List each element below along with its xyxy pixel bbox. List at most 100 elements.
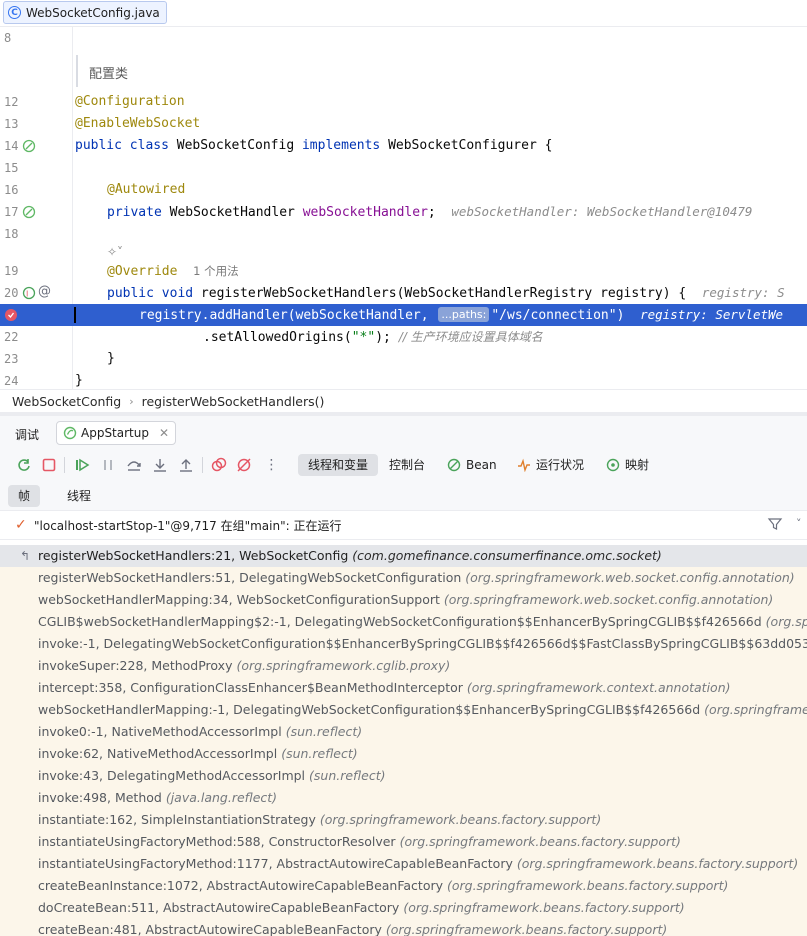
stack-frame[interactable]: webSocketHandlerMapping:-1, DelegatingWe…	[0, 699, 807, 721]
view-breakpoints-icon[interactable]	[210, 456, 228, 474]
debug-session-tab[interactable]: AppStartup ✕	[56, 421, 177, 445]
step-out-icon[interactable]	[177, 456, 195, 474]
stack-frame[interactable]: invoke:43, DelegatingMethodAccessorImpl …	[0, 765, 807, 787]
tab-console-label: 控制台	[389, 458, 426, 472]
debug-toolbar: ⋮ 线程和变量 控制台 Bean 运行状况 映射	[0, 448, 807, 482]
tab-threads-variables[interactable]: 线程和变量	[298, 454, 379, 476]
bean-config-gutter-icon[interactable]	[22, 139, 36, 153]
line-number: 17	[4, 205, 19, 219]
doc-comment-text: 配置类	[89, 67, 129, 82]
code-token: WebSocketHandler	[169, 205, 303, 220]
frame-text: invoke:43, DelegatingMethodAccessorImpl …	[38, 765, 385, 787]
breadcrumb: WebSocketConfig › registerWebSocketHandl…	[0, 389, 807, 412]
frame-text: invoke:62, NativeMethodAccessorImpl (sun…	[38, 743, 358, 765]
toolbar-divider	[64, 457, 65, 473]
stack-frame[interactable]: doCreateBean:511, AbstractAutowireCapabl…	[0, 897, 807, 919]
line-number: 18	[4, 227, 19, 241]
mute-breakpoints-icon[interactable]	[235, 456, 253, 474]
stack-frame[interactable]: CGLIB$webSocketHandlerMapping$2:-1, Dele…	[0, 611, 807, 633]
code-line: 8	[0, 27, 807, 49]
more-options-icon[interactable]: ⋮	[262, 456, 280, 474]
breadcrumb-item-class[interactable]: WebSocketConfig	[12, 394, 121, 409]
frame-package: (org.springframework.web.socket.config.a…	[465, 570, 795, 585]
line-number: 13	[4, 117, 19, 131]
thread-status-text: "localhost-startStop-1"@9,717 在组"main": …	[34, 519, 342, 533]
text-caret	[74, 307, 76, 323]
health-icon	[518, 458, 530, 472]
keyword-token: implements	[301, 138, 389, 153]
tab-threads-variables-label: 线程和变量	[308, 458, 369, 472]
debug-tool-window-header: 调试 AppStartup ✕	[0, 416, 807, 448]
code-line: 13 @EnableWebSocket	[0, 113, 807, 135]
breakpoint-icon[interactable]	[4, 308, 18, 322]
debug-title: 调试	[15, 428, 40, 442]
current-execution-line: registry.addHandler(webSocketHandler, ..…	[0, 304, 807, 326]
string-token: "*"	[351, 330, 376, 345]
frame-text: createBeanInstance:1072, AbstractAutowir…	[38, 875, 728, 897]
line-number: 16	[4, 183, 19, 197]
tab-mapping[interactable]: 映射	[596, 454, 659, 476]
code-line: 24 }	[0, 370, 807, 389]
resume-icon[interactable]	[73, 456, 91, 474]
tab-threads[interactable]: 线程	[57, 485, 101, 507]
code-editor[interactable]: 8 配置类 12 @Configuration 13 @EnableWebSoc…	[0, 27, 807, 389]
stack-frame[interactable]: instantiateUsingFactoryMethod:588, Const…	[0, 831, 807, 853]
stop-icon[interactable]	[40, 456, 58, 474]
annotation-token: @Override	[107, 264, 178, 279]
tab-console[interactable]: 控制台	[379, 454, 435, 476]
stack-frame[interactable]: invokeSuper:228, MethodProxy (org.spring…	[0, 655, 807, 677]
current-frame-icon: ↰	[20, 549, 31, 563]
stack-frame[interactable]: createBeanInstance:1072, AbstractAutowir…	[0, 875, 807, 897]
autowired-gutter-icon[interactable]	[22, 205, 36, 219]
stack-frame[interactable]: registerWebSocketHandlers:51, Delegating…	[0, 567, 807, 589]
code-line: 17 private WebSocketHandler webSocketHan…	[0, 201, 807, 223]
frame-method: webSocketHandlerMapping:-1, DelegatingWe…	[38, 702, 701, 717]
stack-frame[interactable]: invoke:-1, DelegatingWebSocketConfigurat…	[0, 633, 807, 655]
doc-comment-bar	[76, 55, 78, 87]
frame-method: invoke:62, NativeMethodAccessorImpl	[38, 746, 278, 761]
tab-frames[interactable]: 帧	[8, 485, 41, 507]
stack-frame[interactable]: invoke:498, Method (java.lang.reflect)	[0, 787, 807, 809]
frame-package: (org.springframework.beans.factory.suppo…	[446, 878, 729, 893]
frame-package: (org.springframework.beans.factory.suppo…	[403, 900, 685, 915]
frame-text: webSocketHandlerMapping:-1, DelegatingWe…	[38, 699, 807, 721]
line-number: 8	[4, 31, 12, 45]
stack-frame[interactable]: webSocketHandlerMapping:34, WebSocketCon…	[0, 589, 807, 611]
stack-frame[interactable]: intercept:358, ConfigurationClassEnhance…	[0, 677, 807, 699]
stack-frame-current[interactable]: ↰ registerWebSocketHandlers:21, WebSocket…	[0, 545, 807, 567]
frame-text: invoke:-1, DelegatingWebSocketConfigurat…	[38, 633, 807, 655]
stack-frame[interactable]: invoke:62, NativeMethodAccessorImpl (sun…	[0, 743, 807, 765]
usage-count-hint[interactable]: 1 个用法	[193, 264, 238, 278]
breadcrumb-item-method[interactable]: registerWebSocketHandlers()	[142, 394, 325, 409]
tab-threads-label: 线程	[67, 489, 92, 503]
inline-action-icon[interactable]: ✧˅	[107, 245, 123, 259]
step-over-icon[interactable]	[125, 456, 143, 474]
chevron-down-icon[interactable]: ˅	[796, 517, 802, 530]
rerun-icon[interactable]	[15, 456, 33, 474]
tab-bean[interactable]: Bean	[437, 454, 507, 476]
at-icon[interactable]: @	[38, 284, 51, 299]
tab-runtime-status[interactable]: 运行状况	[507, 454, 594, 476]
close-icon[interactable]: ✕	[159, 426, 169, 440]
pause-icon[interactable]	[99, 456, 117, 474]
toolbar-divider	[202, 457, 203, 473]
frame-text: instantiateUsingFactoryMethod:588, Const…	[38, 831, 681, 853]
frame-text: intercept:358, ConfigurationClassEnhance…	[38, 677, 731, 699]
stack-frame[interactable]: instantiate:162, SimpleInstantiationStra…	[0, 809, 807, 831]
step-into-icon[interactable]	[151, 456, 169, 474]
frame-text: registerWebSocketHandlers:21, WebSocketC…	[38, 545, 662, 567]
mapping-icon	[606, 458, 620, 472]
filter-icon[interactable]	[767, 516, 783, 532]
implements-gutter-icon[interactable]: I	[22, 286, 36, 300]
stack-frame[interactable]: createBean:481, AbstractAutowireCapableB…	[0, 919, 807, 936]
frame-package: (com.gomefinance.consumerfinance.omc.soc…	[352, 548, 662, 563]
editor-tab-bar: C WebSocketConfig.java	[0, 0, 807, 27]
code-token: );	[375, 330, 399, 345]
stack-frame[interactable]: invoke0:-1, NativeMethodAccessorImpl (su…	[0, 721, 807, 743]
session-tab-label: AppStartup	[81, 426, 149, 440]
stack-frame[interactable]: instantiateUsingFactoryMethod:1177, Abst…	[0, 853, 807, 875]
frame-text: createBean:481, AbstractAutowireCapableB…	[38, 919, 667, 936]
file-tab-websocketconfig[interactable]: C WebSocketConfig.java	[3, 1, 167, 24]
tab-runtime-status-label: 运行状况	[536, 458, 585, 472]
thread-selector[interactable]: ✓ "localhost-startStop-1"@9,717 在组"main"…	[0, 511, 807, 540]
